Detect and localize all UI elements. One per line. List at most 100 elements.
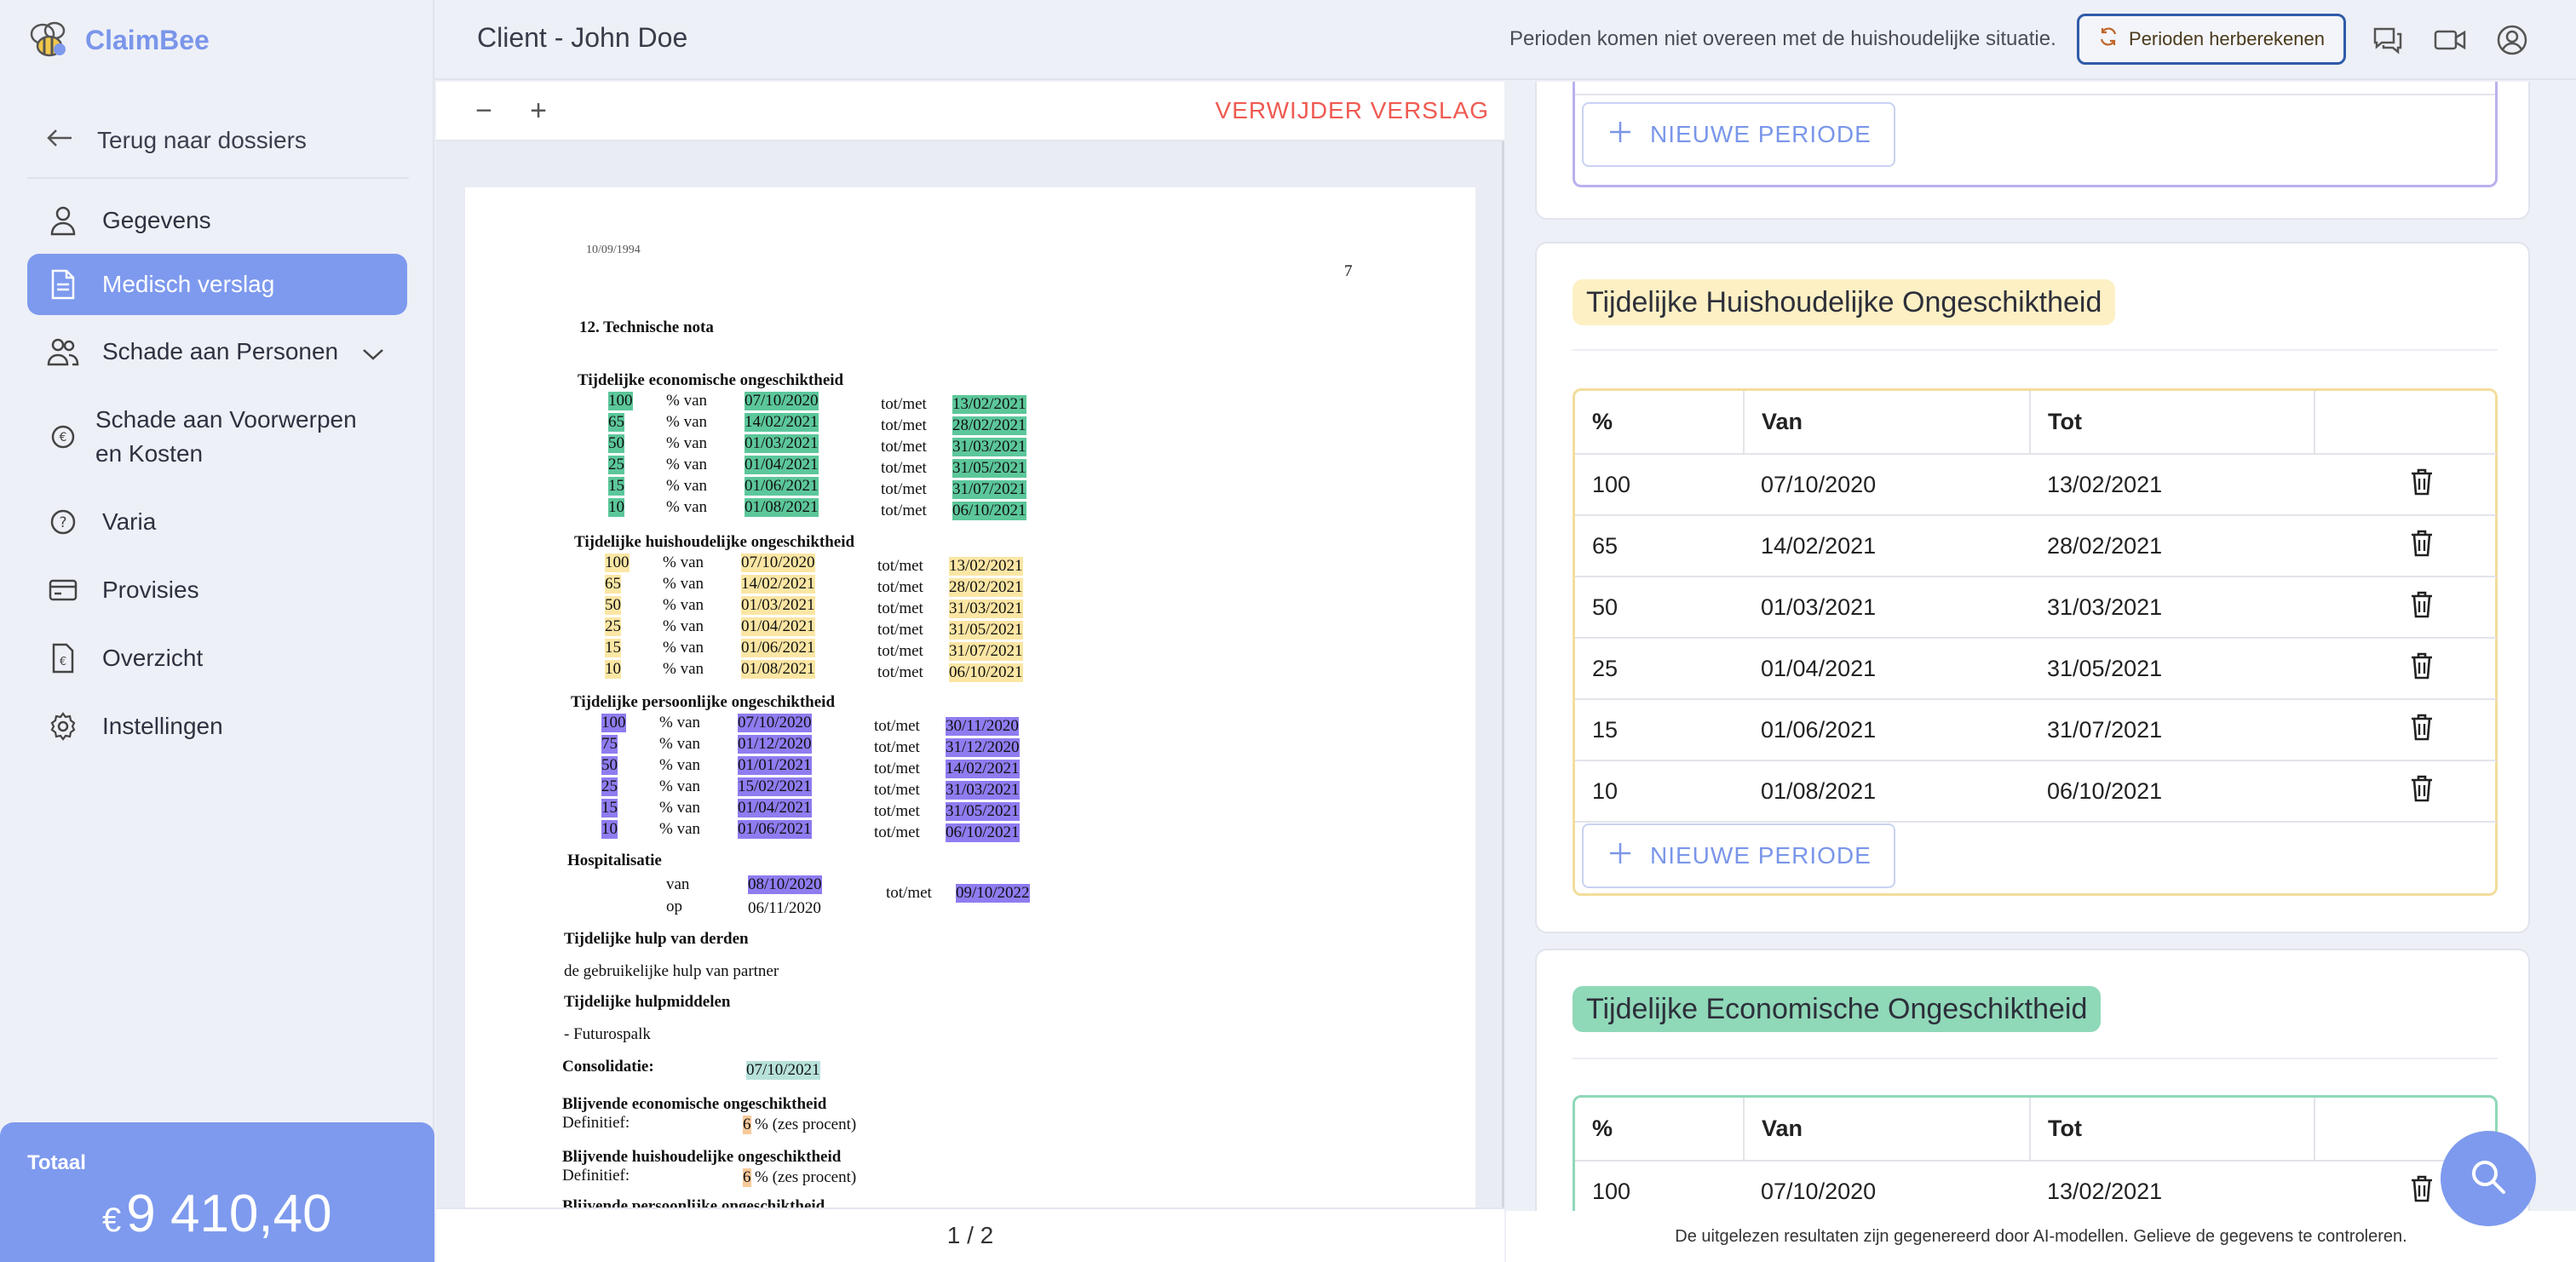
sidebar-item-provisies[interactable]: Provisies <box>27 564 407 617</box>
cell-from[interactable]: 01/06/2021 <box>1744 699 2030 761</box>
cell-to[interactable]: 31/07/2021 <box>2030 699 2314 761</box>
doc-row-pct: 25 <box>608 456 624 474</box>
table-row: 10 01/08/2021 06/10/2021 <box>1575 760 2497 823</box>
sidebar-item-varia[interactable]: ? Varia <box>27 496 407 548</box>
doc-row-totmet: tot/met <box>881 416 927 434</box>
sidebar-item-gegevens[interactable]: Gegevens <box>27 194 407 247</box>
refresh-icon <box>2098 26 2119 52</box>
doc-row-from: 01/04/2021 <box>741 617 815 636</box>
doc-hosp-op: op <box>666 898 682 915</box>
table-row: 25 01/04/2021 31/05/2021 <box>1575 638 2497 700</box>
zoom-in-button[interactable]: + <box>521 94 555 128</box>
sidebar-item-schade-aan-voorwerpen[interactable]: € Schade aan Voorwerpen en Kosten <box>27 393 407 480</box>
ai-disclaimer: De uitgelezen resultaten zijn gegenereer… <box>1506 1211 2576 1262</box>
doc-row-totmet: tot/met <box>874 717 920 735</box>
cell-from[interactable]: 01/04/2021 <box>1744 638 2030 700</box>
account-icon[interactable] <box>2496 24 2528 56</box>
sidebar-item-medisch-verslag[interactable]: Medisch verslag <box>27 254 407 315</box>
doc-hosp-van: van <box>666 875 690 893</box>
zoom-out-button[interactable]: − <box>467 94 501 128</box>
sidebar-item-schade-aan-personen[interactable]: Schade aan Personen <box>27 325 407 378</box>
doc-row-pct: 100 <box>601 714 626 732</box>
doc-row-van: % van <box>659 714 701 731</box>
doc-row-pct: 50 <box>608 434 624 453</box>
cell-from[interactable]: 01/03/2021 <box>1744 577 2030 639</box>
trash-icon[interactable] <box>2410 591 2434 618</box>
cell-to[interactable]: 31/03/2021 <box>2030 577 2314 639</box>
trash-icon[interactable] <box>2410 468 2434 496</box>
cell-actions <box>2314 760 2497 823</box>
recalculate-label: Perioden herberekenen <box>2129 28 2325 49</box>
app-logo[interactable]: ClaimBee <box>26 19 210 61</box>
cell-actions <box>2314 638 2497 700</box>
doc-row-from: 07/10/2020 <box>738 714 812 732</box>
cell-from[interactable]: 01/08/2021 <box>1744 760 2030 823</box>
trash-icon[interactable] <box>2410 652 2434 680</box>
doc-row-totmet: tot/met <box>877 642 923 660</box>
doc-row-from: 01/12/2020 <box>738 735 812 754</box>
doc-row-van: % van <box>659 735 701 753</box>
doc-row-pct: 10 <box>608 498 624 517</box>
chevron-down-icon[interactable] <box>361 341 385 368</box>
doc-row-pct: 75 <box>601 735 618 754</box>
card-divider <box>1573 349 2498 351</box>
trash-icon[interactable] <box>2410 1175 2434 1202</box>
cell-pct[interactable]: 15 <box>1575 699 1744 761</box>
sidebar-item-label: Schade aan Personen <box>102 338 339 364</box>
doc-hosp-title: Hospitalisatie <box>567 852 662 869</box>
delete-report-button[interactable]: VERWIJDER VERSLAG <box>1216 97 1489 124</box>
doc-row-to: 31/03/2021 <box>949 599 1023 618</box>
sidebar-item-overzicht[interactable]: € Overzicht <box>27 632 407 685</box>
app-name: ClaimBee <box>85 24 210 55</box>
doc-hosp-to: 09/10/2022 <box>956 884 1030 903</box>
new-period-button[interactable]: NIEUWE PERIODE <box>1582 823 1895 888</box>
search-fab-button[interactable] <box>2441 1131 2536 1226</box>
doc-aids-title: Tijdelijke hulpmiddelen <box>564 993 731 1011</box>
doc-row-to: 31/03/2021 <box>952 438 1026 456</box>
doc-perm-house-title: Blijvende huishoudelijke ongeschiktheid <box>562 1148 842 1166</box>
sidebar-item-label: Instellingen <box>102 713 223 739</box>
total-value: 9 410,40 <box>126 1185 332 1243</box>
back-to-dossiers-link[interactable]: Terug naar dossiers <box>46 119 307 162</box>
cell-to[interactable]: 31/05/2021 <box>2030 638 2314 700</box>
document-content: 10/09/1994 7 12. Technische nota Tijdeli… <box>465 187 1475 1262</box>
period-warning: Perioden komen niet overeen met de huish… <box>1509 27 2056 50</box>
svg-text:€: € <box>60 431 67 445</box>
doc-row-from: 07/10/2020 <box>741 554 815 572</box>
doc-row-pct: 25 <box>601 777 618 796</box>
doc-page-number: 7 <box>1344 262 1353 280</box>
cell-pct[interactable]: 50 <box>1575 577 1744 639</box>
gear-icon <box>46 709 80 743</box>
doc-row-pct: 25 <box>605 617 621 636</box>
cell-to[interactable]: 28/02/2021 <box>2030 515 2314 577</box>
document-viewer: − + VERWIJDER VERSLAG 10/09/1994 7 12. T… <box>436 82 1504 1262</box>
doc-row-pct: 65 <box>608 413 624 432</box>
new-period-button[interactable]: NIEUWE PERIODE <box>1582 102 1895 167</box>
chat-icon[interactable] <box>2372 24 2404 56</box>
cell-to[interactable]: 13/02/2021 <box>2030 454 2314 516</box>
euro-icon: € <box>46 420 80 454</box>
doc-row-totmet: tot/met <box>874 781 920 799</box>
cell-pct[interactable]: 25 <box>1575 638 1744 700</box>
cell-pct[interactable]: 65 <box>1575 515 1744 577</box>
cell-to[interactable]: 06/10/2021 <box>2030 760 2314 823</box>
recalculate-periods-button[interactable]: Perioden herberekenen <box>2077 14 2346 65</box>
video-icon[interactable] <box>2433 24 2466 56</box>
trash-icon[interactable] <box>2410 775 2434 802</box>
arrow-left-icon <box>46 127 73 154</box>
doc-hosp-op-date: 06/11/2020 <box>748 899 821 917</box>
doc-row-from: 14/02/2021 <box>741 575 815 594</box>
trash-icon[interactable] <box>2410 714 2434 741</box>
cell-from[interactable]: 14/02/2021 <box>1744 515 2030 577</box>
cell-pct[interactable]: 10 <box>1575 760 1744 823</box>
sidebar-item-instellingen[interactable]: Instellingen <box>27 700 407 753</box>
trash-icon[interactable] <box>2410 530 2434 557</box>
doc-row-van: % van <box>659 820 701 838</box>
doc-row-totmet: tot/met <box>874 760 920 777</box>
document-page[interactable]: 10/09/1994 7 12. Technische nota Tijdeli… <box>465 187 1475 1262</box>
doc-row-to: 31/07/2021 <box>952 480 1026 499</box>
cell-pct[interactable]: 100 <box>1575 454 1744 516</box>
cell-from[interactable]: 07/10/2020 <box>1744 454 2030 516</box>
doc-row-from: 01/08/2021 <box>745 498 819 517</box>
doc-row-van: % van <box>666 477 708 495</box>
